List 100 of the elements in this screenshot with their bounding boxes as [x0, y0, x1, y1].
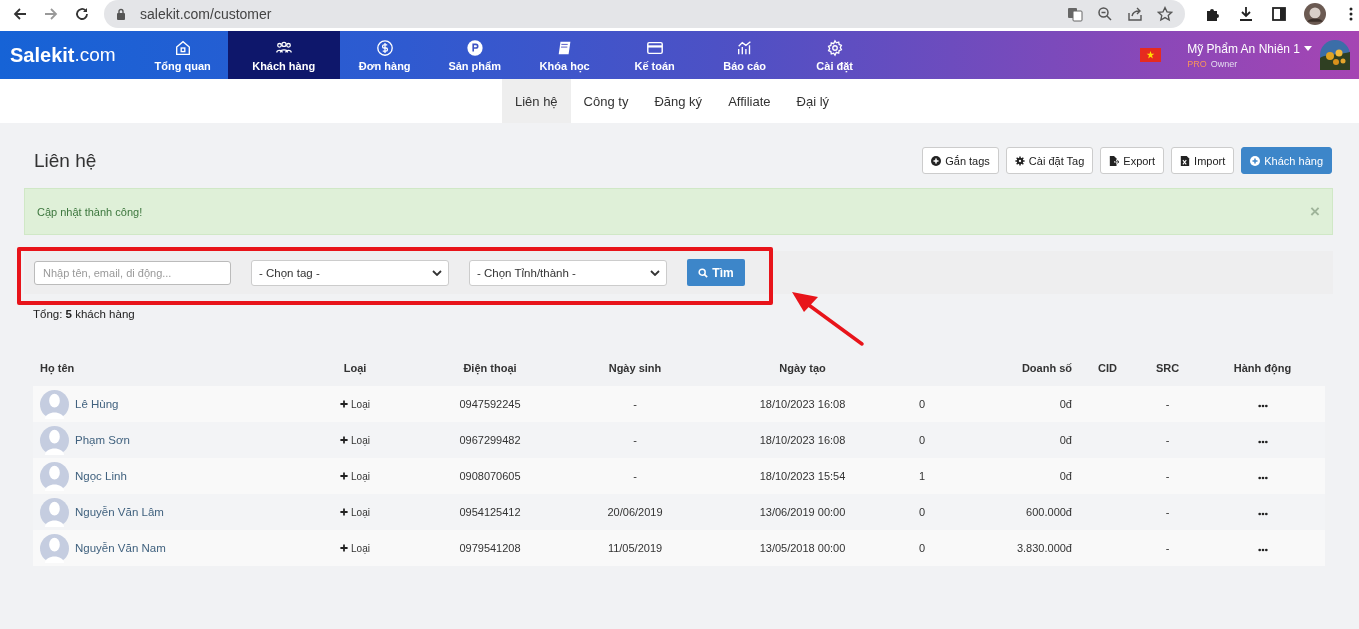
search-button[interactable]: Tìm	[687, 259, 745, 286]
column-header: SRC	[1155, 362, 1180, 374]
more-icon[interactable]	[1257, 548, 1268, 552]
add-type-link[interactable]: Loại	[340, 506, 370, 518]
table-cell: 0979541208	[459, 542, 521, 554]
customer-name[interactable]: Nguyễn Văn Lâm	[75, 506, 164, 518]
plus-circle-icon	[931, 155, 942, 166]
table-cell: 0947592245	[459, 398, 521, 410]
table-cell: 0	[919, 542, 926, 554]
sub-tab[interactable]: Affiliate	[715, 79, 784, 123]
column-header: Điện thoại	[463, 362, 517, 374]
table-cell: 0đ	[1059, 434, 1072, 446]
table-cell: 0đ	[1059, 398, 1072, 410]
caret-icon[interactable]	[1304, 46, 1312, 51]
file-export-icon	[1109, 155, 1120, 166]
plus-icon	[340, 544, 349, 552]
nav-item[interactable]: Khách hàng	[227, 31, 340, 79]
star-icon[interactable]	[1157, 6, 1173, 22]
page-title: Liên hệ	[34, 149, 97, 172]
avatar-icon	[40, 533, 69, 563]
translate-icon[interactable]	[1067, 6, 1083, 22]
table-cell: -	[1165, 506, 1170, 518]
table-cell: 0	[919, 434, 926, 446]
nav-item[interactable]: Tổng quan	[137, 31, 228, 79]
table-cell: 13/06/2019 00:00	[759, 506, 846, 518]
dollar-icon	[375, 38, 394, 57]
share-icon[interactable]	[1127, 6, 1143, 22]
search-field[interactable]: Nhập tên, email, di động...	[34, 260, 231, 285]
column-header: Loại	[343, 362, 367, 374]
nav-item[interactable]: Sản phẩm	[429, 31, 520, 79]
chevron-icon	[650, 269, 660, 276]
add-customer-button[interactable]: Khách hàng	[1241, 147, 1332, 174]
tag-select[interactable]: - Chọn tag -	[251, 259, 449, 286]
city-select[interactable]: - Chọn Tỉnh/thành -	[469, 259, 667, 286]
flag-icon[interactable]	[1138, 48, 1164, 62]
puzzle-icon[interactable]	[1205, 6, 1221, 22]
settings-icon	[1014, 155, 1025, 166]
nav-item[interactable]: Đơn hàng	[339, 31, 430, 79]
nav-item[interactable]: Báo cáo	[699, 31, 790, 79]
table-cell: -	[1165, 434, 1170, 446]
alert-message: Cập nhật thành công!	[37, 205, 143, 218]
more-icon[interactable]	[1257, 440, 1268, 444]
salekit-logo[interactable]: Salekit.com	[0, 31, 138, 79]
action-button[interactable]: Import	[1171, 147, 1235, 174]
column-header: Hành động	[1233, 362, 1292, 374]
customer-name[interactable]: Phạm Sơn	[75, 434, 130, 446]
forward-icon[interactable]	[43, 6, 59, 22]
table-cell: -	[1165, 470, 1170, 482]
user-name[interactable]: Mỹ Phẩm An Nhiên 1	[1187, 41, 1300, 56]
sidebar-icon[interactable]	[1271, 6, 1287, 22]
sub-tab[interactable]: Liên hệ	[501, 79, 571, 123]
customer-name[interactable]: Nguyễn Văn Nam	[75, 542, 166, 554]
table-cell: -	[1165, 398, 1170, 410]
plus-icon	[340, 472, 349, 480]
more-icon[interactable]	[1257, 404, 1268, 408]
customer-name[interactable]: Lê Hùng	[75, 398, 119, 410]
action-button[interactable]: Export	[1100, 147, 1165, 174]
column-header: Ngày tạo	[779, 362, 826, 374]
table-cell: 0đ	[1059, 470, 1072, 482]
more-icon[interactable]	[1257, 476, 1268, 480]
avatar-icon	[40, 497, 69, 527]
avatar-icon	[40, 389, 69, 419]
action-button[interactable]: Cài đặt Tag	[1005, 147, 1094, 174]
settings-icon	[825, 38, 844, 57]
add-type-link[interactable]: Loại	[340, 470, 370, 482]
sub-tab[interactable]: Đại lý	[783, 79, 843, 123]
table-cell: 18/10/2023 16:08	[759, 434, 846, 446]
add-type-link[interactable]: Loại	[340, 434, 370, 446]
download-icon[interactable]	[1238, 6, 1254, 22]
nav-item[interactable]: Kế toán	[609, 31, 700, 79]
address-bar[interactable]: salekit.com/customer	[104, 0, 1185, 28]
search-icon	[698, 267, 709, 278]
user-role: Owner	[1210, 58, 1238, 69]
table-cell: -	[633, 434, 637, 446]
action-button[interactable]: Gắn tags	[922, 147, 999, 174]
avatar-icon	[40, 461, 69, 491]
more-icon[interactable]	[1257, 512, 1268, 516]
add-type-link[interactable]: Loại	[340, 542, 370, 554]
sub-tab[interactable]: Công ty	[570, 79, 642, 123]
back-icon[interactable]	[12, 6, 28, 22]
reload-icon[interactable]	[74, 6, 90, 22]
table-cell: 0	[919, 506, 926, 518]
table-cell: 18/10/2023 16:08	[759, 398, 846, 410]
table-cell: 18/10/2023 15:54	[759, 470, 846, 482]
spreadsheet-file-icon	[1180, 155, 1191, 166]
nav-item[interactable]: Cài đặt	[789, 31, 880, 79]
table-cell: 1	[919, 470, 926, 482]
table-cell: 20/06/2019	[607, 506, 663, 518]
column-header: Họ tên	[40, 362, 75, 374]
nav-item[interactable]: Khóa học	[519, 31, 610, 79]
total-count: Tổng: 5 khách hàng	[33, 308, 136, 320]
add-type-link[interactable]: Loại	[340, 398, 370, 410]
home-icon	[173, 38, 192, 57]
customer-name[interactable]: Ngọc Linh	[75, 470, 127, 482]
zoom-out-icon[interactable]	[1097, 6, 1113, 22]
table-cell: 13/05/2018 00:00	[759, 542, 846, 554]
table-cell: 0954125412	[459, 506, 521, 518]
sub-tab[interactable]: Đăng ký	[641, 79, 716, 123]
avatar-icon	[40, 425, 69, 455]
plan-label: PRO	[1187, 58, 1207, 69]
